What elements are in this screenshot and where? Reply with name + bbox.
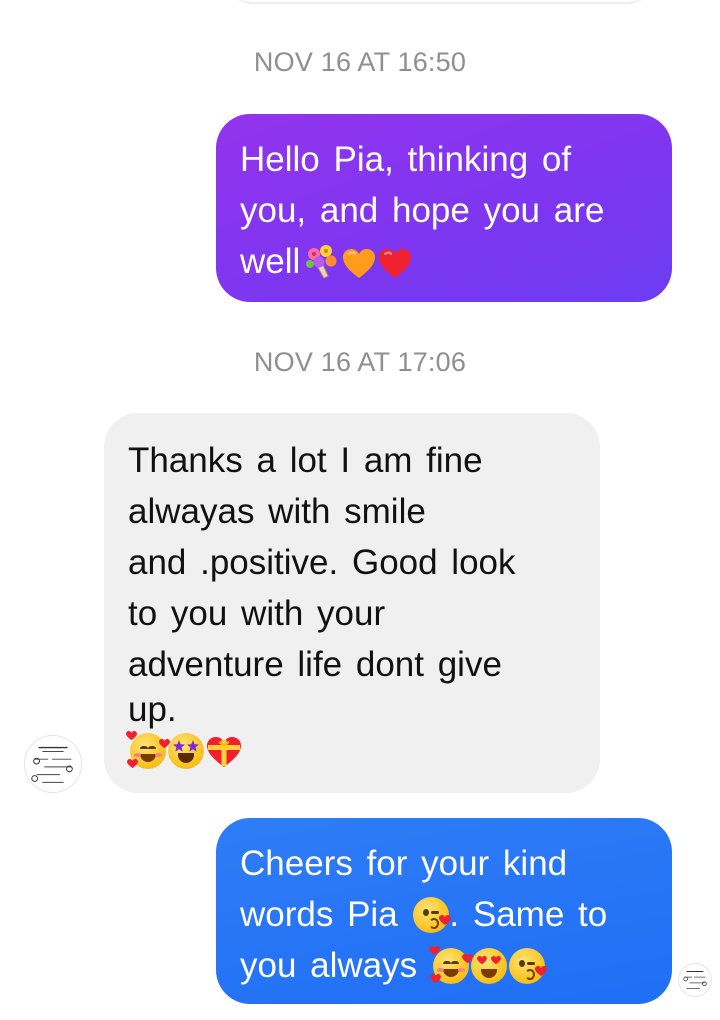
red-heart-icon — [378, 248, 412, 280]
message-text: well — [240, 242, 301, 281]
message-timestamp: NOV 16 AT 16:50 — [253, 47, 467, 77]
message-line: Thanks a lot I am fine — [128, 441, 483, 480]
message-line: Cheers for your kind — [240, 844, 568, 883]
message-line: to you with your — [128, 594, 386, 633]
message-line: you, and hope you are — [240, 191, 605, 230]
smiling-face-with-hearts-icon — [428, 946, 473, 984]
seen-receipt-avatar — [678, 963, 712, 997]
incoming-message-bubble[interactable]: Thanks a lot I am fine alwayas with smil… — [104, 413, 600, 793]
message-line: and .positive. Good look — [128, 543, 516, 582]
message-line: up. — [128, 690, 177, 729]
message-line: Hello Pia, thinking of — [240, 140, 572, 179]
avatar-image — [679, 964, 711, 996]
heart-with-ribbon-icon — [206, 736, 242, 769]
avatar-image — [25, 736, 81, 792]
message-line-with-emoji: you always — [240, 940, 650, 991]
previous-message-bubble-edge — [230, 0, 650, 2]
message-text: . Same to — [449, 895, 608, 934]
message-line: adventure life dont give — [128, 645, 502, 684]
message-line-with-emoji: well — [240, 236, 650, 287]
orange-heart-icon — [342, 248, 376, 280]
message-text: you always — [240, 946, 418, 985]
contact-avatar[interactable] — [24, 735, 82, 793]
outgoing-message-bubble[interactable]: Cheers for your kind words Pia . Same to… — [216, 818, 672, 1004]
smiling-face-with-hearts-icon — [126, 731, 170, 769]
star-struck-icon — [168, 733, 204, 769]
message-line: alwayas with smile — [128, 492, 426, 531]
message-emoji-line — [126, 730, 578, 772]
outgoing-message-bubble[interactable]: Hello Pia, thinking of you, and hope you… — [216, 114, 672, 302]
message-line-with-emoji: words Pia . Same to — [240, 889, 650, 940]
bouquet-icon — [302, 242, 340, 280]
kissing-face-icon — [508, 948, 547, 984]
heart-eyes-icon — [470, 948, 507, 984]
message-timestamp: NOV 16 AT 17:06 — [253, 347, 467, 377]
kissing-face-icon — [413, 897, 452, 933]
message-text: words Pia — [240, 895, 398, 934]
